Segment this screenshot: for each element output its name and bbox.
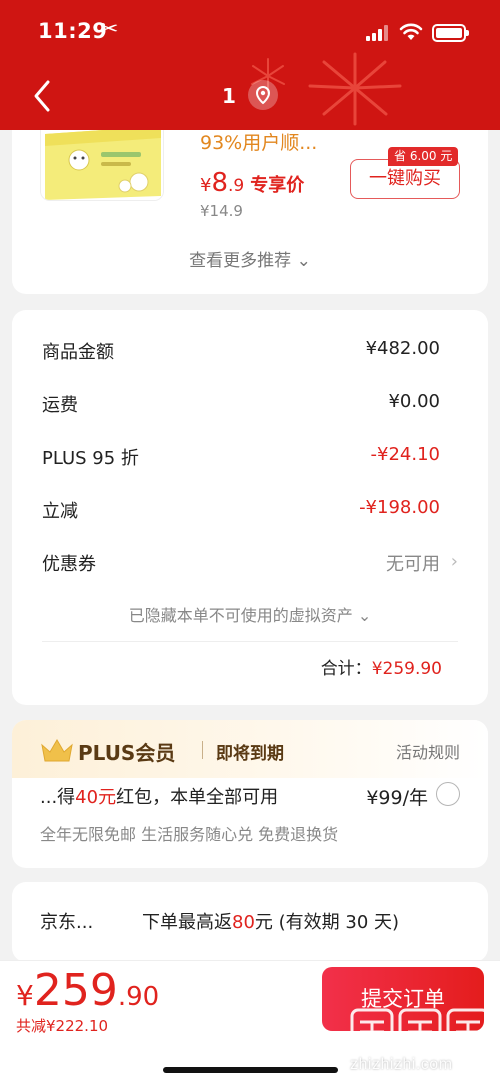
price-decimal: .9 (228, 176, 245, 196)
offer-amount: 40元 (75, 787, 117, 808)
plus-price: ¥99/年 (366, 787, 428, 809)
status-bar: 11:29 ✂ (0, 0, 500, 62)
top-header: 11:29 ✂ 1 (0, 0, 500, 130)
summary-row-instant-discount: 立减 -¥198.00 (42, 497, 440, 527)
shipping-label: 运费 (42, 395, 78, 416)
instant-discount-value: -¥198.00 (359, 497, 440, 518)
chevron-right-icon: › (450, 551, 458, 572)
original-price: ¥14.9 (200, 202, 243, 220)
summary-row-shipping: 运费 ¥0.00 (42, 391, 440, 421)
summary-row-goods: 商品金额 ¥482.00 (42, 338, 440, 368)
coupon-value: 无可用 (386, 554, 440, 575)
plus-membership-card: PLUS会员 即将到期 活动规则 ...得40元红包，本单全部可用 ¥99/年 … (12, 720, 488, 868)
back-icon[interactable] (30, 76, 56, 116)
watermark-text: zhizhizhi.com (350, 1056, 453, 1073)
order-summary-card: 商品金额 ¥482.00 运费 ¥0.00 PLUS 95 折 -¥24.10 … (12, 310, 488, 705)
battery-icon (432, 24, 469, 42)
rebate-amount: 80 (232, 912, 255, 933)
jd-rebate-card[interactable]: 京东... 下单最高返80元 (有效期 30 天) (12, 882, 488, 962)
plus-discount-value: -¥24.10 (370, 444, 440, 465)
hidden-assets-toggle[interactable]: 已隐藏本单不可使用的虚拟资产 ⌄ (12, 602, 488, 626)
divider (42, 641, 458, 642)
activity-rules-link[interactable]: 活动规则 (396, 739, 460, 763)
divider (202, 741, 203, 759)
shipping-value: ¥0.00 (388, 391, 440, 412)
signal-icon (366, 25, 390, 41)
watermark-logo: zhizhizhi.com (346, 1004, 494, 1078)
coupon-label: 优惠券 (42, 554, 96, 575)
scissors-icon: ✂ (100, 17, 119, 42)
checkout-price-symbol: ¥ (16, 979, 34, 1012)
summary-row-plus-discount: PLUS 95 折 -¥24.10 (42, 444, 440, 474)
order-total: 合计：¥259.90 (321, 654, 442, 679)
rebate-suffix: 元 (有效期 30 天) (254, 912, 400, 933)
offer-suffix: 红包，本单全部可用 (116, 787, 279, 808)
total-value: ¥259.90 (371, 659, 442, 679)
rebate-prefix: 下单最高返 (142, 912, 232, 933)
goods-amount-value: ¥482.00 (365, 338, 440, 359)
wifi-icon (399, 23, 423, 40)
summary-row-coupon[interactable]: 优惠券 无可用 › (42, 550, 458, 580)
price-tag: 专享价 (250, 175, 305, 196)
product-price: ¥8.9 专享价 (200, 168, 304, 198)
checkout-price-decimal: .90 (117, 982, 160, 1012)
offer-prefix: ...得 (40, 787, 76, 808)
product-description[interactable]: 93%用户顺... (200, 128, 317, 155)
plus-offer: ...得40元红包，本单全部可用 (40, 783, 278, 809)
nav-bar: 1 (0, 62, 500, 130)
plus-select-radio[interactable] (436, 782, 460, 806)
price-symbol: ¥ (200, 175, 212, 196)
save-badge: 省 6.00 元 (388, 147, 459, 166)
checkout-price-integer: 259 (33, 965, 118, 1016)
plus-title: PLUS会员 (78, 741, 176, 765)
checkout-total-price: ¥259.90 (16, 965, 159, 1016)
total-label: 合计： (320, 659, 372, 679)
jd-label: 京东... (40, 912, 94, 933)
plus-discount-label: PLUS 95 折 (42, 448, 139, 469)
total-saved: 共减¥222.10 (16, 1017, 109, 1035)
crown-icon (41, 739, 73, 762)
goods-amount-label: 商品金额 (42, 342, 114, 363)
nav-title: 1 (222, 84, 236, 108)
plus-header: PLUS会员 即将到期 活动规则 (12, 720, 488, 778)
more-recommend-link[interactable]: 查看更多推荐 ⌄ (12, 246, 488, 271)
status-time: 11:29 (38, 19, 108, 43)
plus-status: 即将到期 (216, 744, 284, 764)
home-indicator (163, 1067, 338, 1073)
location-icon[interactable] (248, 80, 278, 110)
price-integer: 8 (211, 168, 228, 198)
plus-benefits: 全年无限免邮 生活服务随心兑 免费退换货 (40, 825, 339, 844)
instant-discount-label: 立减 (42, 501, 78, 522)
jd-rebate-text: 下单最高返80元 (有效期 30 天) (142, 908, 399, 934)
